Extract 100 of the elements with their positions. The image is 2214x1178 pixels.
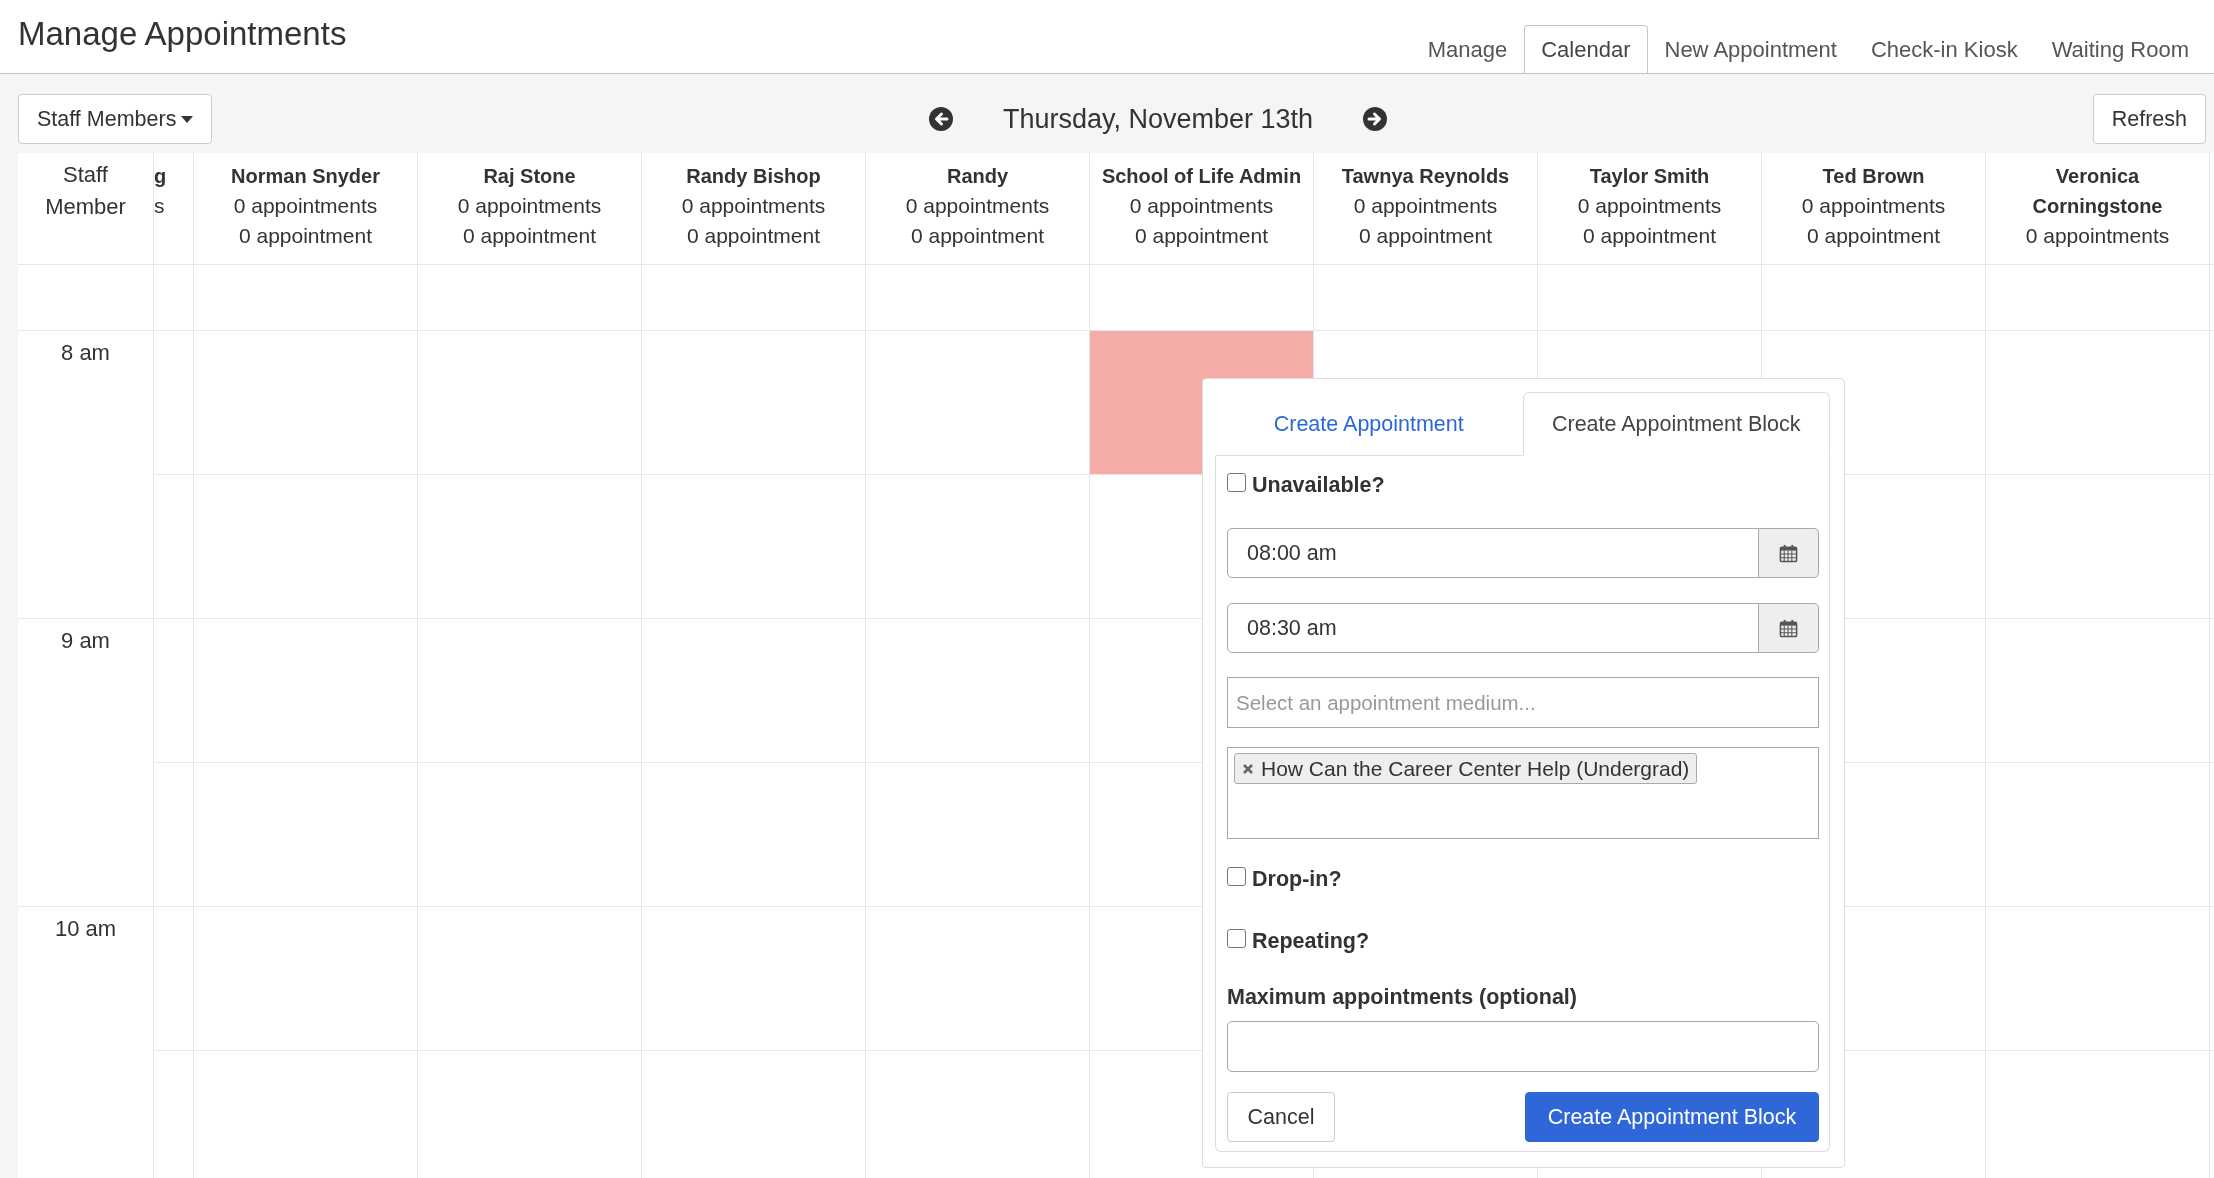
- staff-name: Randy Bishop: [685, 164, 822, 189]
- staff-stat: 0 appointments: [456, 193, 603, 219]
- time-slot[interactable]: [417, 330, 641, 474]
- option-checkbox[interactable]: [1227, 929, 1246, 948]
- time-slot[interactable]: [193, 762, 417, 906]
- staff-stat: 0 appointment: [685, 223, 822, 249]
- time-slot[interactable]: [641, 1050, 865, 1178]
- time-slot[interactable]: [153, 762, 193, 906]
- staff-name: Veronica Corningstone: [2031, 164, 2164, 219]
- staff-name: Ted Brown: [1821, 164, 1926, 189]
- create-block-button[interactable]: Create Appointment Block: [1525, 1092, 1819, 1142]
- time-slot[interactable]: [193, 474, 417, 618]
- staff-stat: 0 appointment: [909, 223, 1046, 249]
- checkbox-label: Repeating?: [1252, 928, 1370, 954]
- time-label: 9 am: [61, 628, 110, 653]
- time-slot[interactable]: [417, 1050, 641, 1178]
- time-slot[interactable]: [153, 330, 193, 474]
- start-time-field[interactable]: 08:00 am: [1227, 528, 1759, 578]
- time-slot[interactable]: [641, 618, 865, 762]
- time-slot[interactable]: [1985, 1050, 2209, 1178]
- staff-name: School of Life Admin: [1100, 164, 1303, 189]
- unavailable-checkbox[interactable]: [1227, 473, 1246, 492]
- staff-name: Raj Stone: [482, 164, 577, 189]
- cancel-button[interactable]: Cancel: [1227, 1092, 1335, 1142]
- staff-stat: s: [154, 193, 163, 219]
- appointment-medium-select[interactable]: Select an appointment medium...: [1227, 677, 1819, 728]
- checkbox-label: Drop-in?: [1252, 866, 1342, 892]
- time-slot[interactable]: [193, 618, 417, 762]
- appointment-type-field[interactable]: How Can the Career Center Help (Undergrad): [1227, 747, 1819, 839]
- time-slot[interactable]: [865, 906, 1089, 1050]
- calendar-icon: [1779, 618, 1798, 638]
- staff-filter-dropdown[interactable]: Staff Members: [18, 94, 213, 144]
- end-time-field[interactable]: 08:30 am: [1227, 603, 1759, 653]
- checkbox-label: Unavailable?: [1252, 472, 1385, 498]
- current-date: Thursday, November 13th: [1002, 103, 1314, 135]
- dialog-tab[interactable]: Create Appointment Block: [1522, 392, 1830, 456]
- time-slot[interactable]: [641, 474, 865, 618]
- staff-stat: 0 appointment: [1805, 223, 1942, 249]
- time-slot[interactable]: [865, 762, 1089, 906]
- time-slot[interactable]: [193, 906, 417, 1050]
- nav-tab[interactable]: Check-in Kiosk: [1853, 25, 2035, 73]
- staff-stat: 0 appointments: [232, 193, 379, 219]
- time-slot[interactable]: [1985, 906, 2209, 1050]
- staff-stat: 0 appointments: [680, 193, 827, 219]
- staff-stat: 0 appointments: [2024, 223, 2171, 249]
- time-label: 8 am: [61, 340, 110, 365]
- time-slot[interactable]: [417, 906, 641, 1050]
- time-slot[interactable]: [641, 762, 865, 906]
- time-slot[interactable]: [153, 1050, 193, 1178]
- calendar-icon: [1779, 543, 1798, 563]
- page-title: Manage Appointments: [18, 14, 347, 54]
- arrow-right-circle-icon[interactable]: [1363, 107, 1388, 131]
- time-slot[interactable]: [417, 474, 641, 618]
- time-slot[interactable]: [641, 906, 865, 1050]
- time-slot[interactable]: [193, 1050, 417, 1178]
- nav-tab[interactable]: New Appointment: [1647, 25, 1854, 73]
- time-slot[interactable]: [417, 762, 641, 906]
- nav-tab[interactable]: Waiting Room: [2034, 25, 2206, 73]
- max-appointments-field[interactable]: [1227, 1021, 1819, 1072]
- nav-tab[interactable]: Manage: [1410, 25, 1525, 73]
- time-slot[interactable]: [1985, 762, 2209, 906]
- staff-name: g: [154, 164, 163, 189]
- staff-stat: 0 appointment: [237, 223, 374, 249]
- close-icon[interactable]: [1243, 763, 1253, 774]
- time-slot[interactable]: [865, 1050, 1089, 1178]
- time-slot[interactable]: [641, 330, 865, 474]
- staff-name: Tawnya Reynolds: [1340, 164, 1511, 189]
- time-slot[interactable]: [153, 618, 193, 762]
- time-slot[interactable]: [1985, 330, 2209, 474]
- staff-stat: 0 appointment: [1133, 223, 1270, 249]
- caret-icon: [181, 115, 194, 123]
- time-slot[interactable]: [1985, 474, 2209, 618]
- staff-stat: 0 appointments: [904, 193, 1051, 219]
- staff-name: Randy: [945, 164, 1010, 189]
- dialog-tab[interactable]: Create Appointment: [1215, 392, 1523, 456]
- staff-stat: 0 appointments: [1576, 193, 1723, 219]
- time-slot[interactable]: [153, 474, 193, 618]
- date-picker-button[interactable]: [1759, 528, 1819, 578]
- staff-stat: 0 appointments: [1352, 193, 1499, 219]
- staff-stat: 0 appointment: [1581, 223, 1718, 249]
- arrow-left-circle-icon[interactable]: [928, 107, 953, 131]
- staff-name: Norman Snyder: [230, 164, 381, 189]
- refresh-button[interactable]: Refresh: [2092, 94, 2206, 144]
- time-slot[interactable]: [193, 330, 417, 474]
- staff-stat: 0 appointments: [1800, 193, 1947, 219]
- option-checkbox[interactable]: [1227, 867, 1246, 886]
- nav-tab[interactable]: Calendar: [1524, 25, 1648, 73]
- staff-stat: 0 appointments: [1128, 193, 1275, 219]
- time-slot[interactable]: [865, 618, 1089, 762]
- tag-label: How Can the Career Center Help (Undergrad): [1261, 756, 1690, 781]
- date-picker-button[interactable]: [1759, 603, 1819, 653]
- time-slot[interactable]: [153, 906, 193, 1050]
- time-slot[interactable]: [865, 474, 1089, 618]
- staff-name: Taylor Smith: [1588, 164, 1711, 189]
- time-label: 10 am: [54, 916, 117, 941]
- staff-stat: 0 appointment: [1357, 223, 1494, 249]
- column-header: Staff Member: [45, 162, 126, 219]
- time-slot[interactable]: [417, 618, 641, 762]
- time-slot[interactable]: [1985, 618, 2209, 762]
- staff-stat: 0 appointment: [461, 223, 598, 249]
